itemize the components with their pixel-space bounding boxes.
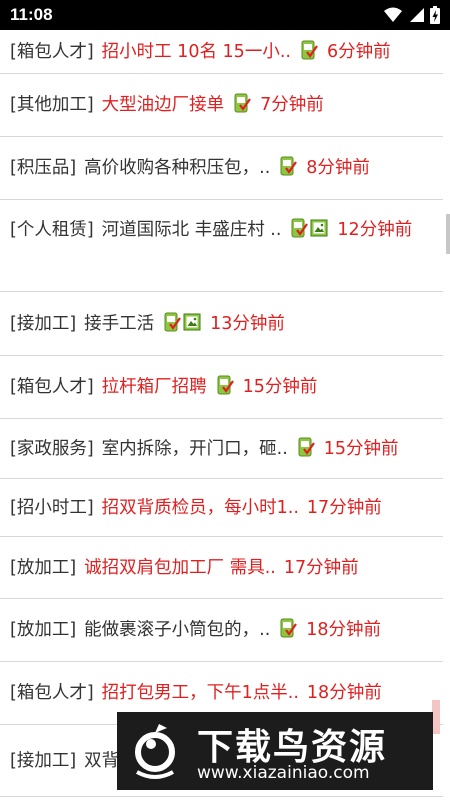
listing-time: 18分钟前 <box>306 620 382 640</box>
listing-row[interactable]: [箱包人才] 招小时工 10名 15一小.. 6分钟前 <box>0 30 443 74</box>
listing-category: [箱包人才] <box>10 683 94 703</box>
side-tab <box>432 700 440 734</box>
picture-icon <box>310 219 328 237</box>
phone-check-icon <box>217 375 234 395</box>
listing-title: 诚招双肩包加工厂 需具.. <box>84 557 276 578</box>
phone-check-icon <box>164 312 182 331</box>
listing-list: [箱包人才] 招小时工 10名 15一小.. 6分钟前 [其他加工] 大型油边厂接单 7分… <box>0 30 443 797</box>
listing-category: [其他加工] <box>10 95 94 115</box>
listing-category: [箱包人才] <box>10 41 94 62</box>
listing-title: 能做裹滚子小筒包的，.. <box>84 620 271 640</box>
listing-row[interactable]: [箱包人才] 拉杆箱厂招聘 15分钟前 <box>0 356 443 419</box>
phone-check-icon <box>280 618 298 638</box>
picture-icon <box>183 313 201 330</box>
listing-title: 河道国际北 丰盛庄村 .. <box>101 220 282 240</box>
phone-check-icon <box>280 156 298 176</box>
listing-row[interactable]: [放加工] 诚招双肩包加工厂 需具.. 17分钟前 <box>0 537 443 599</box>
bird-logo-icon <box>135 724 175 779</box>
watermark-banner: 下载鸟资源 www.xiazainiao.com <box>117 712 433 790</box>
listing-time: 12分钟前 <box>337 220 413 240</box>
phone-check-icon <box>298 437 315 456</box>
status-time: 11:08 <box>10 5 53 24</box>
listing-title: 招双背质检员，每小时1.. <box>101 497 299 518</box>
phone-check-icon <box>301 40 318 59</box>
listing-time: 15分钟前 <box>323 438 399 459</box>
listing-category: [接加工] <box>10 750 77 771</box>
listing-title: 室内拆除，开门口，砸.. <box>101 438 288 459</box>
listing-icons <box>299 39 319 65</box>
listing-category: [个人租赁] <box>10 220 94 240</box>
listing-row[interactable]: [家政服务] 室内拆除，开门口，砸.. 15分钟前 <box>0 419 443 479</box>
listing-title: 招打包男工，下午1点半.. <box>101 683 299 703</box>
listing-row[interactable]: [接加工] 接手工活 13分钟前 <box>0 292 443 356</box>
listing-row[interactable]: [其他加工] 大型油边厂接单 7分钟前 <box>0 74 443 137</box>
phone-check-icon <box>234 93 252 113</box>
listing-row[interactable]: [积压品] 高价收购各种积压包，.. 8分钟前 <box>0 137 443 200</box>
listing-row[interactable]: [个人租赁] 河道国际北 丰盛庄村 .. 12分钟前 <box>0 200 443 292</box>
scrollbar-thumb[interactable] <box>446 214 450 254</box>
listing-row[interactable]: [招小时工] 招双背质检员，每小时1.. 17分钟前 <box>0 479 443 537</box>
listing-category: [放加工] <box>10 620 77 640</box>
listing-time: 17分钟前 <box>306 497 382 518</box>
listing-icons <box>278 617 298 643</box>
listing-time: 15分钟前 <box>242 377 318 397</box>
status-bar: 11:08 <box>0 0 450 30</box>
listing-icons <box>215 374 235 400</box>
watermark-url: www.xiazainiao.com <box>197 763 370 783</box>
listing-category: [接加工] <box>10 313 77 334</box>
listing-category: [放加工] <box>10 557 77 578</box>
listing-category: [招小时工] <box>10 497 94 518</box>
battery-icon <box>430 6 440 24</box>
listing-icons <box>278 155 298 181</box>
listing-category: [箱包人才] <box>10 377 94 397</box>
phone-check-icon <box>291 218 309 238</box>
listing-title: 双背 <box>84 750 120 771</box>
status-icons <box>384 6 440 24</box>
listing-row[interactable]: [放加工] 能做裹滚子小筒包的，.. 18分钟前 <box>0 599 443 662</box>
listing-icons <box>289 218 329 240</box>
listing-time: 8分钟前 <box>306 158 370 178</box>
listing-time: 7分钟前 <box>260 95 324 115</box>
listing-time: 18分钟前 <box>306 683 382 703</box>
listing-time: 13分钟前 <box>210 313 285 334</box>
listing-icons <box>162 311 202 337</box>
listing-time: 6分钟前 <box>326 41 391 62</box>
listing-category: [家政服务] <box>10 438 94 459</box>
listing-category: [积压品] <box>10 158 77 178</box>
listing-title: 拉杆箱厂招聘 <box>101 377 207 397</box>
listing-title: 招小时工 10名 15一小.. <box>101 41 291 62</box>
listing-icons <box>296 436 316 462</box>
cellular-signal-icon <box>410 8 424 22</box>
wifi-icon <box>384 7 402 22</box>
listing-title: 高价收购各种积压包，.. <box>84 158 271 178</box>
listing-title: 接手工活 <box>84 313 155 334</box>
listing-time: 17分钟前 <box>283 557 359 578</box>
listing-icons <box>232 92 252 118</box>
listing-title: 大型油边厂接单 <box>101 95 225 115</box>
